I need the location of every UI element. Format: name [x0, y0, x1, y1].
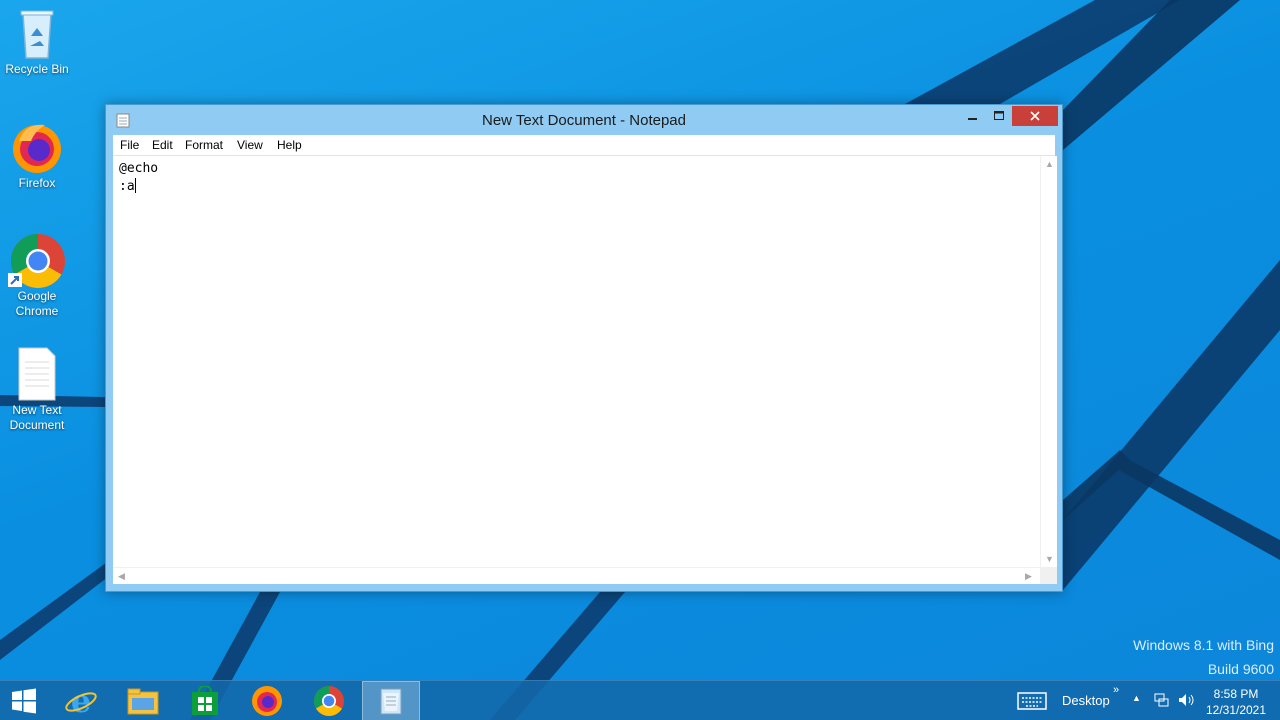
touch-keyboard-icon[interactable]	[1017, 692, 1047, 710]
taskbar-store[interactable]	[176, 681, 234, 720]
horizontal-scrollbar[interactable]: ◀ ▶	[113, 567, 1040, 584]
scroll-up-icon[interactable]: ▲	[1045, 159, 1054, 169]
minimize-button[interactable]	[959, 106, 987, 126]
start-button[interactable]	[0, 681, 48, 720]
window-title: New Text Document - Notepad	[482, 112, 686, 129]
title-bar[interactable]: New Text Document - Notepad	[106, 105, 1062, 135]
scroll-left-icon[interactable]: ◀	[118, 571, 125, 582]
desktop-icon-new-text-document[interactable]: New Text Document	[2, 345, 72, 433]
notepad-icon	[380, 688, 402, 715]
menu-bar: File Edit Format View Help	[113, 135, 1055, 156]
desktop-icon-recycle-bin[interactable]: Recycle Bin	[2, 4, 72, 77]
store-icon	[192, 686, 218, 715]
show-hidden-icons-icon[interactable]: ▲	[1132, 693, 1141, 703]
file-explorer-icon	[127, 688, 159, 715]
clock-date: 12/31/2021	[1205, 703, 1267, 717]
vertical-scrollbar[interactable]: ▲ ▼	[1040, 156, 1057, 567]
menu-help[interactable]: Help	[277, 138, 302, 152]
svg-text:e: e	[71, 684, 91, 718]
firefox-icon	[252, 686, 282, 716]
internet-explorer-icon: e	[65, 684, 97, 718]
menu-edit[interactable]: Edit	[152, 138, 173, 152]
notepad-window: New Text Document - Notepad File Edit Fo…	[105, 104, 1063, 592]
text-caret	[134, 178, 136, 193]
clock[interactable]: 8:58 PM 12/31/2021	[1200, 686, 1272, 718]
volume-icon[interactable]	[1177, 692, 1195, 708]
taskbar-firefox[interactable]	[238, 681, 296, 720]
editor-line-1: @echo	[119, 161, 159, 176]
desktop-icon-label: Google Chrome	[15, 289, 59, 318]
clock-time: 8:58 PM	[1213, 687, 1259, 701]
windows-watermark-line2: Build 9600	[1207, 661, 1274, 677]
desktop-icon-label: New Text Document	[9, 403, 65, 432]
menu-format[interactable]: Format	[185, 138, 223, 152]
taskbar-internet-explorer[interactable]: e	[52, 681, 110, 720]
desktop-icon-chrome[interactable]: Google Chrome	[2, 231, 72, 319]
windows-watermark-line1: Windows 8.1 with Bing	[1133, 637, 1274, 653]
maximize-icon	[994, 111, 1004, 120]
taskbar-chrome[interactable]	[300, 681, 358, 720]
toolbar-chevron-icon[interactable]: »	[1113, 684, 1119, 696]
chrome-icon	[8, 234, 65, 289]
chrome-icon	[313, 686, 344, 717]
text-editor[interactable]: @echo :a ▲ ▼ ◀ ▶	[113, 156, 1057, 584]
resize-grip[interactable]	[1040, 567, 1057, 584]
taskbar: e Desktop » ▲ 8:58 PM 12/31/2021	[0, 680, 1280, 720]
firefox-icon	[13, 124, 61, 173]
desktop-icon-firefox[interactable]: Firefox	[2, 118, 72, 191]
desktop-toolbar-label[interactable]: Desktop	[1062, 693, 1110, 708]
text-file-icon	[18, 347, 56, 401]
taskbar-file-explorer[interactable]	[114, 681, 172, 720]
editor-line-2: :a	[119, 179, 135, 194]
scroll-right-icon[interactable]: ▶	[1025, 571, 1032, 582]
desktop-icon-label: Firefox	[18, 176, 56, 190]
maximize-button[interactable]	[985, 106, 1013, 126]
minimize-icon	[968, 118, 977, 120]
scroll-down-icon[interactable]: ▼	[1045, 554, 1054, 564]
taskbar-notepad[interactable]	[362, 681, 420, 720]
menu-view[interactable]: View	[237, 138, 263, 152]
close-button[interactable]	[1012, 106, 1058, 126]
menu-file[interactable]: File	[120, 138, 139, 152]
network-icon[interactable]	[1153, 692, 1169, 708]
close-icon	[1030, 111, 1040, 121]
recycle-bin-icon	[20, 10, 54, 59]
start-icon	[12, 688, 36, 714]
desktop-icon-label: Recycle Bin	[5, 62, 69, 76]
editor-content[interactable]: @echo :a	[119, 160, 158, 196]
